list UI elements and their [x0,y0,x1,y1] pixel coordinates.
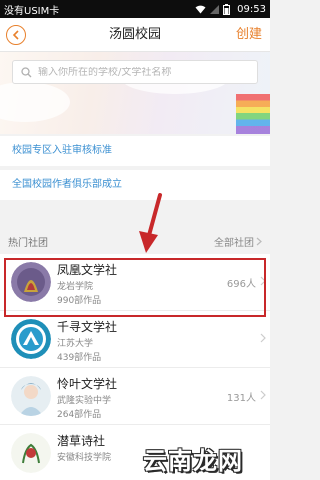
link-review-standard[interactable]: 校园专区入驻审核标准 [0,136,270,166]
club-name: 潜草诗社 [57,434,106,448]
rainbow-decoration [236,94,270,134]
status-bar: 没有USIM卡 09:53 [0,0,270,18]
club-item[interactable]: 怜叶文学社 武隆实验中学 264部作品 131人 [0,368,270,425]
search-box[interactable] [12,60,258,84]
battery-icon [223,3,231,15]
wifi-icon [195,5,206,13]
search-icon [21,66,32,77]
create-button[interactable]: 创建 [236,18,262,52]
pointer-arrow-icon [139,193,162,253]
nav-bar: 汤圆校园 创建 [0,18,270,52]
club-school: 安徽科技学院 [57,453,112,463]
watermark: 云南龙网 [143,447,243,475]
chevron-right-icon [256,237,262,245]
search-input[interactable] [38,66,238,78]
highlight-box [4,258,266,317]
chevron-right-icon [260,390,266,400]
all-clubs-label: 全部社团 [214,237,254,249]
chevron-right-icon [260,333,266,343]
clock: 09:53 [237,3,266,15]
club-avatar [11,319,51,359]
back-button[interactable] [6,25,26,45]
club-avatar [11,433,51,473]
club-name: 怜叶文学社 [57,377,118,391]
banner [0,52,270,134]
club-school: 江苏大学 [57,339,94,349]
section-header: 热门社团 全部社团 [0,230,270,252]
club-works: 264部作品 [57,410,102,420]
club-name: 千寻文学社 [57,320,118,334]
club-works: 439部作品 [57,353,102,363]
club-members: 131人 [226,393,256,404]
club-school: 武隆实验中学 [57,396,112,406]
section-title: 热门社团 [8,237,48,249]
club-item[interactable]: 千寻文学社 江苏大学 439部作品 [0,311,270,368]
page-title: 汤圆校园 [108,27,161,42]
club-avatar [11,376,51,416]
carrier-label: 没有USIM卡 [4,5,60,17]
chevron-left-icon [12,30,19,40]
all-clubs-link[interactable]: 全部社团 [214,234,262,249]
link-authors-club[interactable]: 全国校园作者俱乐部成立 [0,170,270,200]
signal-off-icon [210,4,220,14]
